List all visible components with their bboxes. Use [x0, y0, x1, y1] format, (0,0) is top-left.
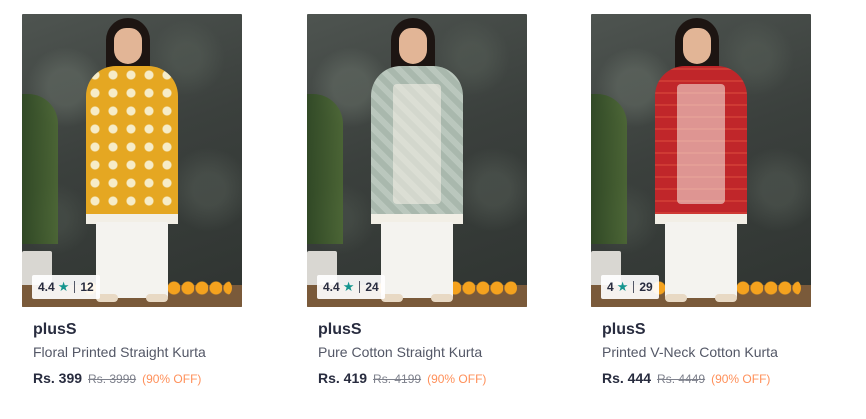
palazzo-garment [665, 222, 737, 298]
palazzo-garment [96, 222, 168, 298]
rating-count: 12 [80, 280, 94, 294]
product-discount: (90% OFF) [427, 372, 487, 386]
rating-value: 4 [607, 280, 614, 294]
rating-badge: 4.4 ★ 12 [32, 275, 100, 299]
product-brand: plusS [602, 321, 646, 338]
plant-decor [22, 94, 58, 244]
rating-value: 4.4 [323, 280, 340, 294]
product-price: Rs. 399 [33, 370, 83, 386]
star-icon: ★ [57, 279, 70, 294]
product-mrp: Rs. 3999 [88, 372, 137, 386]
star-icon: ★ [342, 279, 355, 294]
kurta-garment [86, 66, 178, 224]
price-row: Rs. 444 Rs. 4449 (90% OFF) [602, 370, 813, 388]
model-figure [72, 14, 192, 307]
rating-count: 29 [639, 280, 653, 294]
rating-divider [359, 281, 361, 293]
product-card[interactable]: 4.4 ★ 12 plusS Floral Printed Straight K… [22, 14, 244, 388]
product-discount: (90% OFF) [711, 372, 771, 386]
model-figure [641, 14, 761, 307]
product-price: Rs. 419 [318, 370, 368, 386]
product-image[interactable]: 4.4 ★ 12 [22, 14, 242, 307]
rating-count: 24 [365, 280, 379, 294]
product-image[interactable]: 4 ★ 29 [591, 14, 811, 307]
plant-decor [307, 94, 343, 244]
rating-divider [633, 281, 635, 293]
product-brand: plusS [318, 321, 362, 338]
product-title: Floral Printed Straight Kurta [33, 344, 206, 360]
rating-value: 4.4 [38, 280, 55, 294]
product-card[interactable]: 4.4 ★ 24 plusS Pure Cotton Straight Kurt… [307, 14, 529, 388]
product-price: Rs. 444 [602, 370, 652, 386]
product-image[interactable]: 4.4 ★ 24 [307, 14, 527, 307]
palazzo-garment [381, 222, 453, 298]
rating-badge: 4 ★ 29 [601, 275, 659, 299]
plant-decor [591, 94, 627, 244]
star-icon: ★ [616, 279, 629, 294]
product-title: Printed V-Neck Cotton Kurta [602, 344, 778, 360]
rating-badge: 4.4 ★ 24 [317, 275, 385, 299]
product-mrp: Rs. 4449 [657, 372, 706, 386]
product-mrp: Rs. 4199 [373, 372, 422, 386]
product-title: Pure Cotton Straight Kurta [318, 344, 483, 360]
product-discount: (90% OFF) [142, 372, 202, 386]
price-row: Rs. 399 Rs. 3999 (90% OFF) [33, 370, 244, 388]
product-brand: plusS [33, 321, 77, 338]
product-card[interactable]: 4 ★ 29 plusS Printed V-Neck Cotton Kurta… [591, 14, 813, 388]
model-figure [357, 14, 477, 307]
price-row: Rs. 419 Rs. 4199 (90% OFF) [318, 370, 529, 388]
rating-divider [74, 281, 76, 293]
